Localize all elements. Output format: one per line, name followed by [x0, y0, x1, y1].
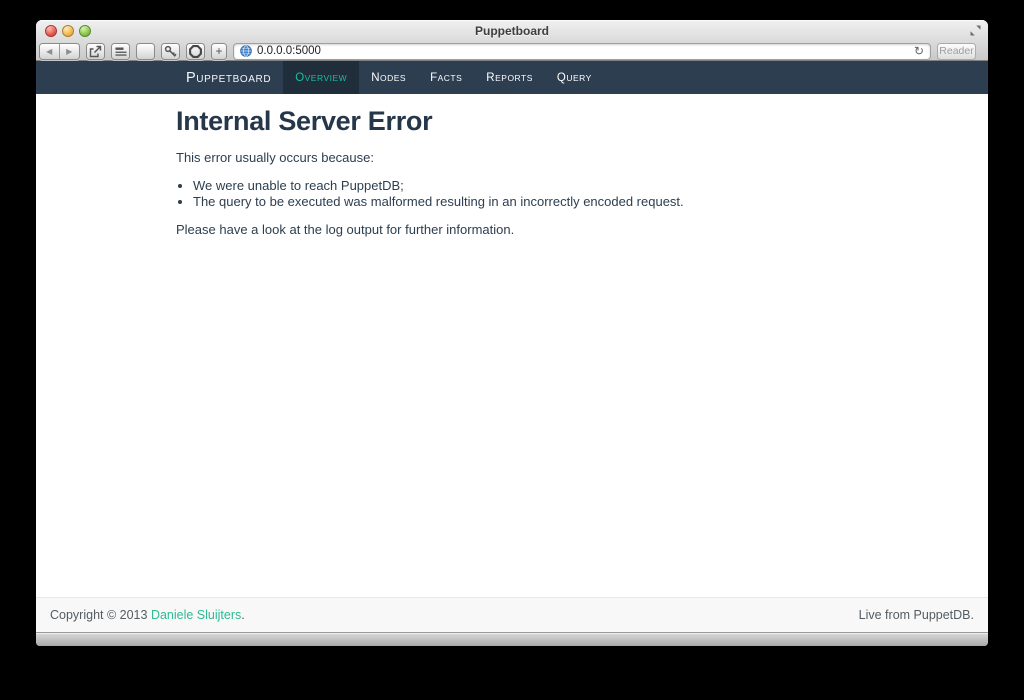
nav-tab-overview[interactable]: Overview [283, 61, 359, 94]
history-navigation: ◀ ▶ [39, 43, 80, 60]
error-outro-text: Please have a look at the log output for… [176, 222, 948, 237]
fullscreen-button[interactable] [969, 24, 982, 37]
reader-button-label: Reader [939, 45, 973, 57]
page-footer: Copyright © 2013 Daniele Sluijters. Live… [36, 597, 988, 632]
nav-tab-facts-label: Facts [430, 72, 462, 84]
site-favicon-globe-icon [240, 45, 252, 57]
nav-tab-nodes[interactable]: Nodes [359, 61, 418, 94]
copyright-text: Copyright © 2013 [50, 608, 151, 622]
blank-toolbar-button[interactable] [136, 43, 155, 60]
author-link[interactable]: Daniele Sluijters [151, 608, 241, 622]
nav-tab-reports-label: Reports [486, 72, 533, 84]
window-controls [45, 25, 91, 37]
screen: { "window": { "title": "Puppetboard" }, … [0, 0, 1024, 700]
address-bar[interactable]: ↻ [233, 43, 931, 60]
close-button[interactable] [45, 25, 57, 37]
page-content: Internal Server Error This error usually… [36, 94, 988, 597]
error-reasons-list: We were unable to reach PuppetDB; The qu… [176, 178, 948, 209]
octagon-icon [189, 45, 202, 58]
site-navbar: Puppetboard Overview Nodes Facts Reports… [36, 61, 988, 94]
nav-tab-reports[interactable]: Reports [474, 61, 545, 94]
page-title: Internal Server Error [176, 106, 948, 137]
list-item: We were unable to reach PuppetDB; [193, 178, 948, 194]
nav-tab-query[interactable]: Query [545, 61, 604, 94]
password-key-button[interactable] [161, 43, 180, 60]
window-bottom-bar [36, 632, 988, 646]
back-button[interactable]: ◀ [40, 44, 60, 59]
nav-tab-nodes-label: Nodes [371, 72, 406, 84]
browser-window: Puppetboard ◀ ▶ [36, 20, 988, 646]
forward-button[interactable]: ▶ [60, 44, 80, 59]
browser-chrome: Puppetboard ◀ ▶ [36, 20, 988, 61]
nav-tab-query-label: Query [557, 72, 592, 84]
copyright-period: . [241, 608, 244, 622]
share-button[interactable] [86, 43, 105, 60]
back-icon: ◀ [46, 47, 52, 56]
reload-icon[interactable]: ↻ [914, 45, 924, 57]
browser-toolbar: ◀ ▶ [36, 42, 988, 60]
navbar-brand[interactable]: Puppetboard [174, 61, 283, 94]
list-item: The query to be executed was malformed r… [193, 194, 948, 210]
window-title: Puppetboard [36, 20, 988, 43]
new-tab-button[interactable]: + [211, 43, 227, 60]
key-icon [164, 45, 177, 58]
footer-copyright: Copyright © 2013 Daniele Sluijters. [50, 608, 245, 622]
forward-icon: ▶ [66, 47, 72, 56]
extension-octagon-button[interactable] [186, 43, 205, 60]
reader-button[interactable]: Reader [937, 43, 976, 60]
navbar-brand-label: Puppetboard [186, 70, 271, 86]
nav-tab-overview-label: Overview [295, 72, 347, 84]
titlebar[interactable]: Puppetboard [36, 20, 988, 42]
url-input[interactable] [257, 45, 909, 57]
nav-tab-facts[interactable]: Facts [418, 61, 474, 94]
list-lines-icon [115, 46, 127, 57]
minimize-button[interactable] [62, 25, 74, 37]
plus-icon: + [215, 45, 222, 57]
zoom-button[interactable] [79, 25, 91, 37]
reading-list-button[interactable] [111, 43, 130, 60]
error-intro-text: This error usually occurs because: [176, 150, 948, 165]
share-icon [89, 45, 102, 58]
footer-status-text: Live from PuppetDB. [859, 608, 974, 622]
fullscreen-arrows-icon [970, 25, 981, 36]
